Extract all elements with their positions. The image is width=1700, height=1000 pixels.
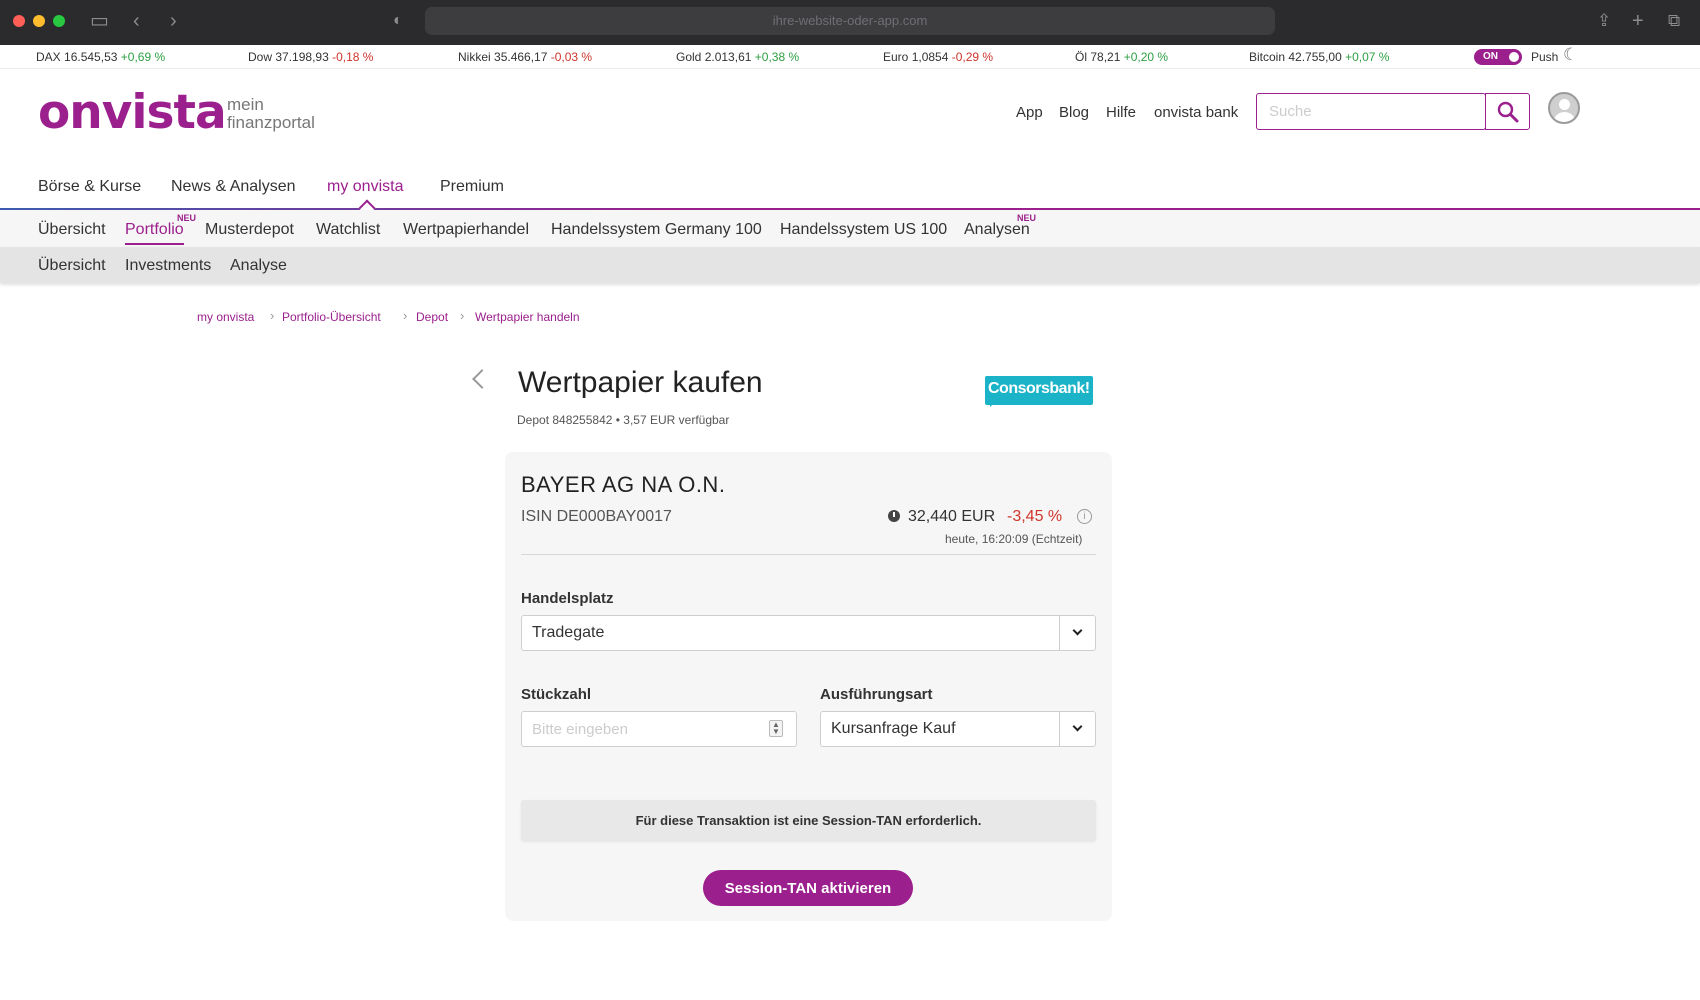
search-icon <box>1497 101 1519 123</box>
search-input[interactable] <box>1256 93 1486 130</box>
subnav-portfolio[interactable]: Portfolio <box>125 221 184 245</box>
user-avatar-icon[interactable] <box>1548 92 1580 124</box>
toggle-knob <box>1509 52 1519 62</box>
ticker-item-euro[interactable]: Euro 1,0854 -0,29 % <box>883 50 993 64</box>
analysen-new-badge: NEU <box>1017 213 1037 223</box>
activate-session-tan-button[interactable]: Session-TAN aktivieren <box>703 870 913 906</box>
session-tan-notice: Für diese Transaktion ist eine Session-T… <box>521 800 1096 841</box>
maximize-window-button[interactable] <box>53 15 65 27</box>
clock-hand <box>893 512 895 517</box>
top-link-hilfe[interactable]: Hilfe <box>1106 104 1136 121</box>
nav-my-onvista[interactable]: my onvista <box>327 178 403 196</box>
consorsbank-logo-tail <box>990 401 996 407</box>
chevron-down-icon <box>1072 625 1083 636</box>
subnav-uebersicht[interactable]: Übersicht <box>38 221 106 239</box>
minimize-window-button[interactable] <box>33 15 45 27</box>
close-window-button[interactable] <box>13 15 25 27</box>
card-divider <box>521 554 1096 555</box>
ticker-item-bitcoin[interactable]: Bitcoin 42.755,00 +0,07 % <box>1249 50 1389 64</box>
ticker-item-nikkei[interactable]: Nikkei 35.466,17 -0,03 % <box>458 50 592 64</box>
venue-select[interactable]: Tradegate <box>521 615 1096 651</box>
subnav-secondary: Übersicht Investments Analyse <box>0 247 1700 283</box>
quantity-stepper-icon[interactable]: ▲ ▼ <box>769 720 783 737</box>
breadcrumb-wertpapier-handeln[interactable]: Wertpapier handeln <box>475 310 580 324</box>
top-link-blog[interactable]: Blog <box>1059 104 1089 121</box>
breadcrumb-depot[interactable]: Depot <box>416 310 448 324</box>
subnav-primary: Übersicht Portfolio NEU Musterdepot Watc… <box>0 210 1700 247</box>
subnav-handelssystem-us[interactable]: Handelssystem US 100 <box>780 221 947 239</box>
breadcrumb-chevron-icon: › <box>270 308 275 323</box>
quantity-input[interactable] <box>521 711 797 747</box>
info-icon[interactable]: i <box>1077 509 1092 524</box>
subnav-handelssystem-germany[interactable]: Handelssystem Germany 100 <box>551 221 762 239</box>
subnav2-analyse[interactable]: Analyse <box>230 257 287 275</box>
portfolio-new-badge: NEU <box>177 213 197 223</box>
subnav-watchlist[interactable]: Watchlist <box>316 221 380 239</box>
breadcrumb-my-onvista[interactable]: my onvista <box>197 310 254 324</box>
subnav-analysen[interactable]: Analysen <box>964 221 1030 239</box>
breadcrumb-chevron-icon: › <box>460 308 465 323</box>
subnav-wertpapierhandel[interactable]: Wertpapierhandel <box>403 221 529 239</box>
subnav-musterdepot[interactable]: Musterdepot <box>205 221 294 239</box>
security-name: BAYER AG NA O.N. <box>521 472 726 497</box>
logo-tagline: mein finanzportal <box>227 95 315 132</box>
tab-overview-icon[interactable]: ⧉ <box>1668 10 1680 32</box>
depot-info: Depot 848255842 • 3,57 EUR verfügbar <box>517 413 730 427</box>
share-icon[interactable]: ⇪ <box>1597 10 1611 32</box>
push-toggle-label: ON <box>1483 51 1498 62</box>
venue-dropdown[interactable] <box>1059 616 1095 650</box>
browser-toolbar: ▭ ‹ › ◐ ihre-website-oder-app.com ⇪ + ⧉ <box>0 0 1700 45</box>
back-icon[interactable]: ‹ <box>133 10 140 32</box>
sidebar-toggle-icon[interactable]: ▭ <box>90 10 109 32</box>
chevron-down-icon <box>1072 721 1083 732</box>
page-title: Wertpapier kaufen <box>518 366 763 399</box>
subnav2-investments[interactable]: Investments <box>125 257 211 275</box>
ticker-item-gold[interactable]: Gold 2.013,61 +0,38 % <box>676 50 799 64</box>
venue-label: Handelsplatz <box>521 590 614 607</box>
top-link-onvista-bank[interactable]: onvista bank <box>1154 104 1238 121</box>
execution-dropdown[interactable] <box>1059 712 1095 746</box>
breadcrumb-chevron-icon: › <box>403 308 408 323</box>
security-isin: ISIN DE000BAY0017 <box>521 508 672 525</box>
price-timestamp: heute, 16:20:09 (Echtzeit) <box>945 532 1083 546</box>
privacy-shield-icon[interactable]: ◐ <box>393 10 403 32</box>
nav-news-analysen[interactable]: News & Analysen <box>171 178 296 196</box>
consorsbank-logo: Consorsbank! <box>985 376 1093 405</box>
security-price: 32,440 EUR <box>908 508 996 525</box>
back-arrow-icon[interactable] <box>472 369 492 389</box>
execution-label: Ausführungsart <box>820 686 933 703</box>
avatar-head <box>1559 99 1570 110</box>
execution-select-value: Kursanfrage Kauf <box>831 720 956 737</box>
execution-select[interactable]: Kursanfrage Kauf <box>820 711 1096 747</box>
dark-mode-moon-icon[interactable]: ☾ <box>1563 45 1578 65</box>
security-change: -3,45 % <box>1007 508 1063 525</box>
clock-icon <box>888 510 900 522</box>
onvista-logo[interactable]: onvista <box>38 88 227 138</box>
new-tab-icon[interactable]: + <box>1632 10 1644 32</box>
ticker-item-dax[interactable]: DAX 16.545,53 +0,69 % <box>36 50 165 64</box>
ticker-item-oil[interactable]: Öl 78,21 +0,20 % <box>1075 50 1168 64</box>
search-button[interactable] <box>1485 93 1530 130</box>
venue-select-value: Tradegate <box>532 624 605 641</box>
push-toggle[interactable]: ON <box>1474 49 1522 65</box>
ticker-item-dow[interactable]: Dow 37.198,93 -0,18 % <box>248 50 373 64</box>
forward-icon[interactable]: › <box>170 10 177 32</box>
top-link-app[interactable]: App <box>1016 104 1043 121</box>
nav-premium[interactable]: Premium <box>440 178 504 196</box>
push-label: Push <box>1531 50 1559 64</box>
address-bar[interactable]: ihre-website-oder-app.com <box>425 7 1275 35</box>
quantity-label: Stückzahl <box>521 686 592 703</box>
breadcrumb-portfolio-uebersicht[interactable]: Portfolio-Übersicht <box>282 310 381 324</box>
subnav2-uebersicht[interactable]: Übersicht <box>38 257 106 275</box>
nav-boerse-kurse[interactable]: Börse & Kurse <box>38 178 141 196</box>
market-ticker: DAX 16.545,53 +0,69 % Dow 37.198,93 -0,1… <box>0 45 1700 69</box>
avatar-body <box>1553 112 1576 122</box>
